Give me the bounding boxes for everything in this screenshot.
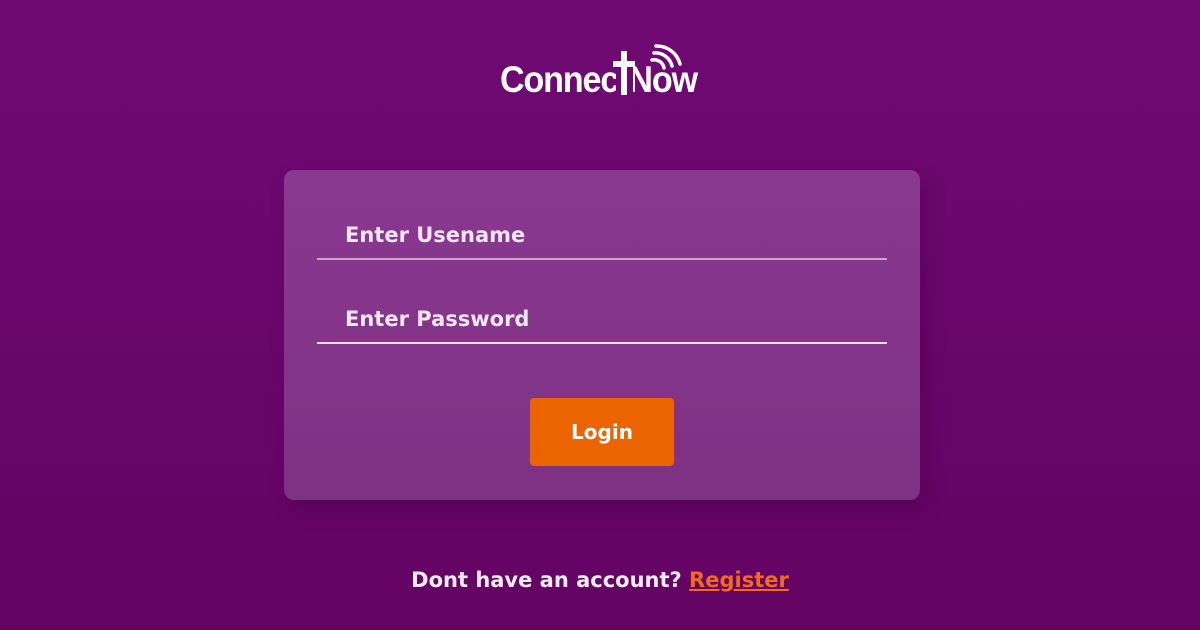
password-input[interactable] — [317, 296, 887, 342]
password-field — [317, 296, 887, 344]
username-field — [317, 212, 887, 260]
login-button[interactable]: Login — [530, 398, 674, 466]
brand-logo: ConnectNow — [500, 42, 710, 102]
username-input[interactable] — [317, 212, 887, 258]
register-prompt-text: Dont have an account? — [411, 568, 682, 592]
login-card: Login — [284, 170, 920, 500]
cross-wifi-icon — [613, 44, 682, 100]
register-link[interactable]: Register — [689, 568, 789, 592]
register-prompt: Dont have an account? Register — [0, 568, 1200, 592]
